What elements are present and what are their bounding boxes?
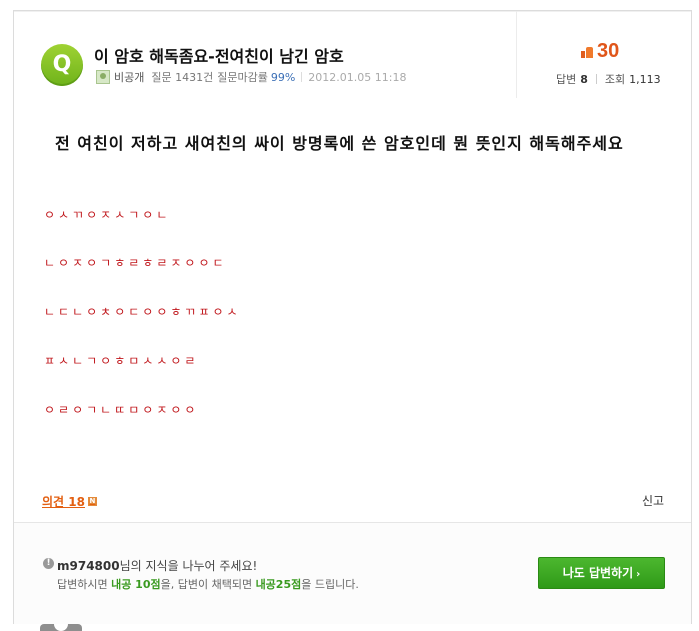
question-count: 질문 1431건 (151, 71, 214, 84)
comments-link[interactable]: 의견 18 N (42, 493, 97, 510)
author-name: 비공개 (114, 71, 145, 84)
question-badge-icon: Q (41, 44, 83, 86)
question-title: 이 암호 해독좀요-전여친이 남긴 암호 (94, 47, 344, 66)
answers-label: 답변 (556, 73, 577, 86)
stats-divider (595, 74, 597, 84)
points-value: 30 (597, 40, 620, 62)
answer-view-stats: 답변 8 조회 1,113 (556, 71, 661, 87)
views-label: 조회 (604, 73, 626, 86)
cipher-line-2: ㄴㅇㅈㅇㄱㅎㄹㅎㄹㅈㅇㅇㄷ (44, 256, 227, 270)
reward-answer-points: 내공 10점 (111, 578, 161, 591)
reward-suffix: 을 드립니다. (301, 578, 359, 591)
comments-label[interactable]: 의견 18 (42, 493, 85, 510)
closing-rate-value: 99% (270, 70, 296, 84)
closing-rate-label: 질문마감률 (217, 71, 268, 84)
reward-prefix: 답변하시면 (57, 578, 112, 591)
reward-mid: 을, 답변이 채택되면 (160, 578, 256, 591)
write-answer-label[interactable]: 나도 답변하기 (563, 566, 633, 580)
info-icon: ! (43, 558, 54, 569)
meta-divider (301, 72, 303, 82)
invite-text: 님의 지식을 나누어 주세요! (119, 559, 258, 573)
views-count: 1,113 (629, 72, 661, 86)
report-link[interactable]: 신고 (642, 492, 664, 509)
invite-username: m974800 (57, 559, 120, 573)
write-answer-button[interactable]: 나도 답변하기 › (538, 557, 665, 589)
points-display: 30 (581, 40, 619, 63)
points-icon (581, 46, 593, 58)
reward-message: 답변하시면 내공 10점을, 답변이 채택되면 내공25점을 드립니다. (57, 576, 359, 592)
cipher-line-4: ㅍㅅㄴㄱㅇㅎㅁㅅㅅㅇㄹ (44, 354, 199, 368)
answers-count: 8 (580, 72, 588, 86)
new-badge-icon: N (87, 497, 97, 506)
question-body-headline: 전 여친이 저하고 새여친의 싸이 방명록에 쓴 암호인데 뭔 뜻인지 해독해주… (55, 134, 624, 153)
cipher-line-3: ㄴㄷㄴㅇㅊㅇㄷㅇㅇㅎㄲㅍㅇㅅ (44, 305, 241, 319)
question-date: 2012.01.05 11:18 (308, 70, 407, 84)
invite-message: m974800님의 지식을 나누어 주세요! (57, 557, 257, 574)
cipher-line-5: ㅇㄹㅇㄱㄴㄸㅁㅇㅈㅇㅇ (44, 403, 199, 417)
partial-image-bottom (40, 624, 82, 631)
cipher-line-1: ㅇㅅㄲㅇㅈㅅㄱㅇㄴ (44, 208, 171, 222)
question-meta: 비공개 질문 1431건 질문마감률 99% 2012.01.05 11:18 (96, 69, 406, 85)
reward-accept-points: 내공25점 (255, 578, 302, 591)
chevron-right-icon: › (636, 569, 641, 580)
user-avatar-icon (96, 70, 110, 84)
